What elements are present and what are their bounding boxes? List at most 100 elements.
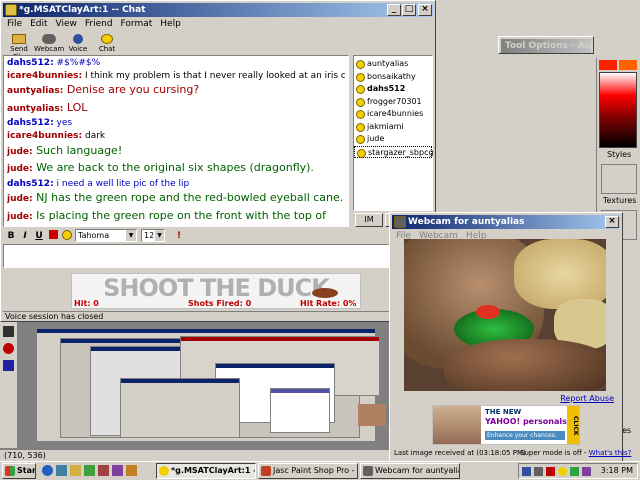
message-author[interactable]: dahs512: [7,58,54,68]
webcam-close-button[interactable]: × [605,216,619,228]
chevron-down-icon: ▼ [155,230,164,241]
chat-message: dahs512: #$%#$% [7,57,345,70]
ad-click: CLICK [567,406,579,444]
message-input[interactable] [3,244,435,268]
psp-left-toolbar [0,320,18,448]
user-list[interactable]: auntyalias bonsaikathy dahs512 frogger70301… [353,55,434,211]
user-smiley-icon [356,122,365,132]
menu-help[interactable]: Help [156,19,185,29]
color-swatch-red[interactable] [599,60,617,70]
message-author[interactable]: icare4bunnies: [7,71,82,81]
volume-icon[interactable] [534,467,543,476]
report-abuse-link[interactable]: Report Abuse [560,394,614,403]
ad-banner[interactable]: SHOOT THE DUCK Hit: 0 Shots Fired: 0 Hit… [71,273,361,309]
menu-file[interactable]: File [3,19,26,29]
user-name: jakmiami [367,121,404,131]
message-author[interactable]: jude: [7,147,33,157]
chat-message: the rope just touching the red bowls. [7,226,345,227]
minimize-button[interactable]: _ [387,4,401,16]
messenger-icon[interactable] [558,467,567,476]
message-author[interactable]: auntyalias: [7,104,63,114]
ie-icon[interactable] [42,465,53,476]
app-icon[interactable] [98,465,109,476]
maximize-button[interactable]: □ [402,4,416,16]
desktop-icon[interactable] [56,465,67,476]
user-list-item[interactable]: jakmiami [354,121,432,134]
user-list-item[interactable]: jude [354,133,432,146]
tray-icon-6[interactable] [582,467,591,476]
webcam-titlebar[interactable]: Webcam for auntyalias × [392,215,620,229]
message-text: dark [84,130,106,141]
send-file-button[interactable]: Send File [4,33,34,61]
font-size-select[interactable]: 12 ▼ [141,229,165,242]
user-name: auntyalias [367,59,409,68]
webcam-window[interactable]: Webcam for auntyalias × File Webcam Help R… [389,212,631,462]
message-text: #$%#$% [56,58,101,68]
message-author[interactable]: dahs512: [7,118,54,128]
underline-button[interactable]: U [33,230,45,242]
chat-log[interactable]: dahs512: #$%#$% icare4bunnies: I think my… [3,55,349,227]
ad-tagline: Enhance your chances. [485,431,565,440]
tray-icon-5[interactable] [570,467,579,476]
menu-format[interactable]: Format [117,19,157,29]
message-author[interactable]: jude: [7,194,33,204]
webcam-title: Webcam for auntyalias [408,217,525,227]
user-list-item[interactable]: auntyalias [354,58,432,71]
chat-window[interactable]: *g.MSATClayArt:1 -- Chat _ □ × File Edit V… [0,0,436,322]
user-list-item[interactable]: icare4bunnies [354,108,432,121]
font-name-select[interactable]: Tahoma ▼ [75,229,137,242]
close-button[interactable]: × [418,4,432,16]
taskbar-webcam-button[interactable]: Webcam for auntyalias [360,463,460,479]
styles-swatch[interactable] [601,164,637,194]
buzz-icon[interactable]: ! [173,230,185,242]
chat-message: auntyalias: Denise are you cursing? [7,82,345,100]
app2-icon[interactable] [112,465,123,476]
user-smiley-icon [356,135,365,144]
yahoo-personals-ad[interactable]: THE NEW YAHOO! personals Enhance your ch… [432,405,580,445]
taskbar-chat-button[interactable]: *g.MSATClayArt:1 -- ... [156,463,256,479]
color-picker-icon[interactable] [47,230,59,242]
duck-icon [312,288,338,298]
ad-shots: Shots Fired: 0 [188,299,252,308]
chevron-down-icon: ▼ [126,230,136,241]
message-author[interactable]: jude: [7,164,33,174]
voice-button[interactable]: Voice [63,33,93,55]
color-swatch-fg[interactable] [619,60,637,70]
user-list-item[interactable]: dahs512 [354,83,432,96]
user-smiley-icon [356,97,365,107]
menu-edit[interactable]: Edit [26,19,51,29]
webcam-button[interactable]: Webcam [34,33,64,55]
user-list-item[interactable]: bonsaikathy [354,71,432,84]
app3-icon[interactable] [126,465,137,476]
im-button[interactable]: IM [355,213,383,227]
tool-options-window[interactable]: Tool Options - Airbru [498,36,594,54]
chat-titlebar[interactable]: *g.MSATClayArt:1 -- Chat _ □ × [3,3,433,17]
chat-message: jude: Is placing the green rope on the f… [7,208,345,226]
media-icon[interactable] [84,465,95,476]
message-text: I think my problem is that I never reall… [84,70,345,81]
bold-button[interactable]: B [5,230,17,242]
tool-options-title[interactable]: Tool Options - Airbru [501,39,591,53]
user-list-item[interactable]: stargazer_sbpcg [354,145,434,158]
user-name: icare4bunnies [367,109,424,118]
message-author[interactable]: jude: [7,212,33,222]
color-picker[interactable] [599,72,637,148]
start-button[interactable]: Start [2,463,36,479]
smiley-icon[interactable] [61,230,73,242]
menu-view[interactable]: View [52,19,81,29]
message-author[interactable]: icare4bunnies: [7,131,82,141]
whats-this-link[interactable]: What's this? [589,449,632,457]
italic-button[interactable]: I [19,230,31,242]
paint-shop-pro-icon [261,466,271,476]
chat-message: dahs512: yes [7,117,345,130]
outlook-icon[interactable] [70,465,81,476]
taskbar-psp-button[interactable]: Jasc Paint Shop Pro - Ima... [258,463,358,479]
clock[interactable]: 3:18 PM [601,466,633,475]
user-list-item[interactable]: frogger70301 [354,96,432,109]
message-author[interactable]: auntyalias: [7,86,63,96]
menu-friend[interactable]: Friend [81,19,117,29]
antivirus-icon[interactable] [546,467,555,476]
chat-button[interactable]: Chat [92,33,122,55]
network-icon[interactable] [522,467,531,476]
message-author[interactable]: dahs512: [7,179,54,189]
